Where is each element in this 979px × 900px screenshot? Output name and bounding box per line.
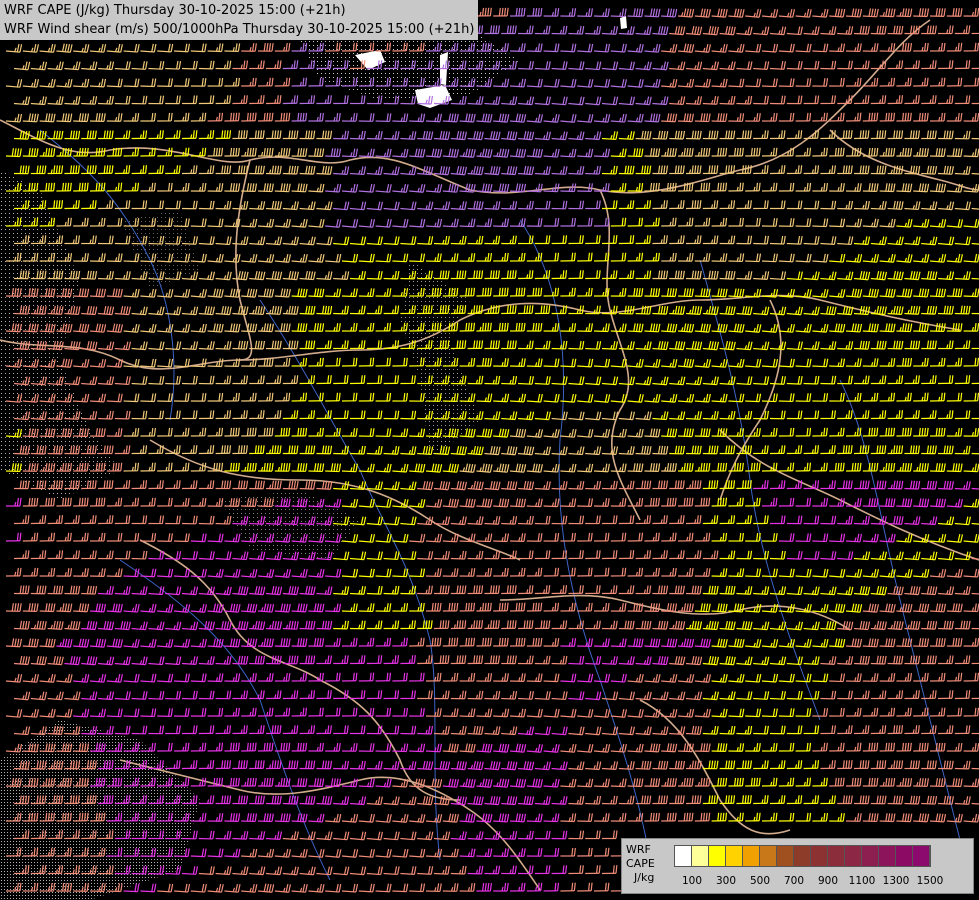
title-wind-shear: WRF Wind shear (m/s) 500/1000hPa Thursda… [4,22,475,37]
legend-tick-label: 900 [817,875,839,887]
legend-swatch [913,846,930,866]
legend-swatch [760,846,777,866]
legend-swatch [777,846,794,866]
map-title-box: WRF CAPE (J/kg) Thursday 30-10-2025 15:0… [0,0,479,40]
legend-label-model: WRF [626,843,651,856]
snow-patch [620,16,627,29]
legend-tick-label: 700 [783,875,805,887]
legend-tick-label: 500 [749,875,771,887]
legend-tick-label: 1300 [882,875,910,887]
legend-swatch [794,846,811,866]
legend-tick-label: 100 [681,875,703,887]
legend-tick-label: 1100 [848,875,876,887]
title-cape: WRF CAPE (J/kg) Thursday 30-10-2025 15:0… [4,3,346,18]
legend-swatch [726,846,743,866]
weather-map [0,0,979,900]
legend-swatch [845,846,862,866]
legend-label-variable: CAPE [626,857,655,870]
legend-swatch [743,846,760,866]
cape-legend: WRF CAPE J/kg 100 300 500 700 900 1100 1300 150… [621,838,974,894]
legend-swatch [879,846,896,866]
legend-swatch [709,846,726,866]
legend-swatch [811,846,828,866]
legend-color-scale [674,845,931,867]
legend-swatch [896,846,913,866]
legend-swatch [675,846,692,866]
legend-swatch [828,846,845,866]
map-canvas [0,0,979,900]
legend-swatch [862,846,879,866]
legend-tick-label: 1500 [916,875,944,887]
legend-swatch [692,846,709,866]
legend-tick-label: 300 [715,875,737,887]
legend-label-unit: J/kg [634,871,655,884]
